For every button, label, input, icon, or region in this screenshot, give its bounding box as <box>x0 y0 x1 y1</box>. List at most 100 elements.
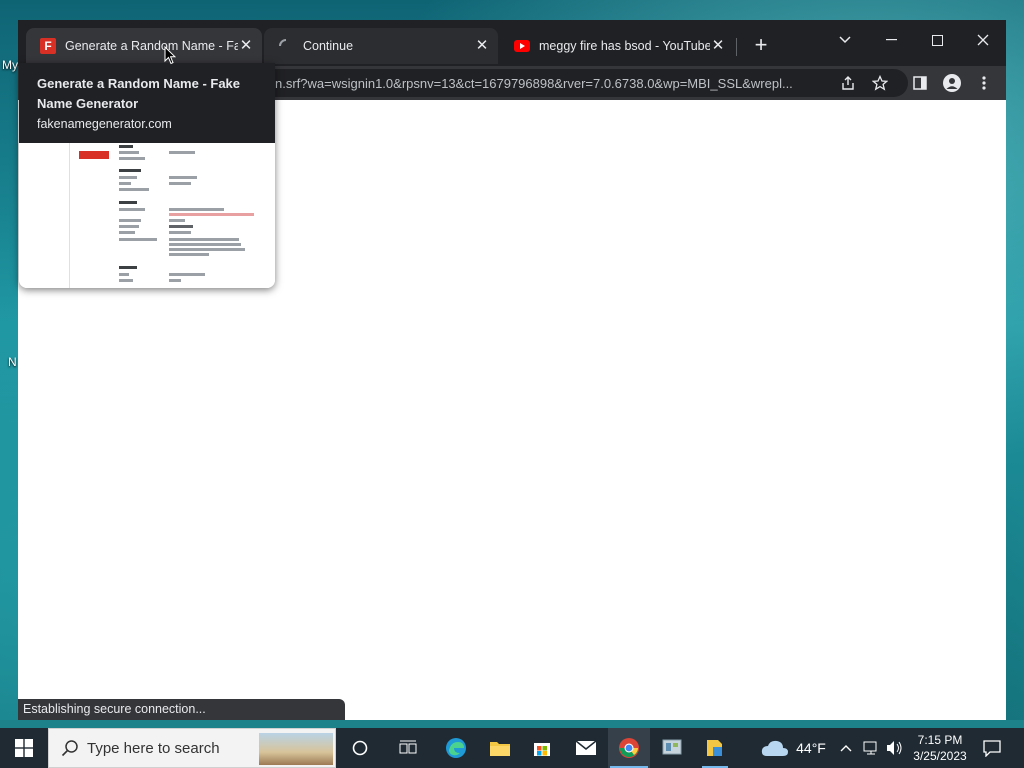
taskbar-control-panel[interactable] <box>652 728 692 768</box>
start-button[interactable] <box>0 728 48 768</box>
status-bubble: Establishing secure connection... <box>18 699 345 720</box>
clock[interactable]: 7:15 PM 3/25/2023 <box>908 728 972 768</box>
address-bar-url: n.srf?wa=wsignin1.0&rpsnv=13&ct=16797968… <box>275 75 793 91</box>
maximize-button[interactable] <box>914 26 960 54</box>
address-bar[interactable]: n.srf?wa=wsignin1.0&rpsnv=13&ct=16797968… <box>258 69 908 97</box>
tab-title: Generate a Random Name - Fake <box>65 39 238 53</box>
close-icon <box>977 34 989 46</box>
edge-icon <box>446 738 466 758</box>
file-folder-icon <box>707 740 722 756</box>
preview-line <box>169 219 185 222</box>
taskbar-file-manager[interactable] <box>694 728 736 768</box>
preview-line <box>169 238 239 241</box>
volume-button[interactable] <box>884 728 906 768</box>
chevron-down-icon <box>839 36 851 44</box>
preview-line <box>169 273 205 276</box>
loading-spinner-icon <box>278 38 294 54</box>
preview-divider <box>69 143 70 288</box>
cortana-circle-icon <box>352 740 368 756</box>
preview-line <box>119 231 135 234</box>
hover-card-title: Generate a Random Name - Fake Name Gener… <box>37 76 241 111</box>
network-icon <box>863 741 877 755</box>
windows-logo-icon <box>15 739 33 757</box>
close-icon[interactable]: ✕ <box>474 38 490 54</box>
preview-line <box>119 273 129 276</box>
preview-line <box>119 238 157 241</box>
taskbar-mail[interactable] <box>566 728 606 768</box>
youtube-icon <box>514 38 530 54</box>
chrome-icon <box>619 738 639 758</box>
preview-line <box>169 151 195 154</box>
tab-title: Continue <box>303 39 354 53</box>
preview-line <box>119 157 145 160</box>
task-view-button[interactable] <box>388 728 428 768</box>
preview-line <box>169 248 245 251</box>
preview-line <box>119 208 145 211</box>
bookmark-star-icon[interactable] <box>870 73 890 93</box>
preview-line <box>169 243 241 246</box>
clock-date: 3/25/2023 <box>913 749 967 763</box>
preview-line <box>169 213 254 216</box>
maximize-icon <box>931 34 943 46</box>
profile-avatar-icon[interactable] <box>942 73 962 93</box>
folder-icon <box>490 742 510 756</box>
taskbar-store[interactable] <box>522 728 562 768</box>
preview-line <box>119 225 139 228</box>
minimize-button[interactable] <box>868 26 914 54</box>
taskbar: Type here to search 44°F 7:15 PM 3/25/20… <box>0 728 1024 768</box>
minimize-icon <box>885 39 897 41</box>
tab-separator <box>736 38 737 56</box>
search-placeholder: Type here to search <box>87 739 220 757</box>
mail-icon <box>575 740 597 755</box>
preview-line <box>169 225 193 228</box>
preview-line <box>119 169 141 172</box>
share-icon[interactable] <box>838 73 858 93</box>
tab-title: meggy fire has bsod - YouTube <box>539 39 710 53</box>
preview-line <box>169 176 197 179</box>
close-icon[interactable]: ✕ <box>710 38 726 54</box>
speaker-icon <box>887 741 902 755</box>
tab-preview-thumbnail <box>19 143 275 288</box>
tab-fake-name-generator[interactable]: F Generate a Random Name - Fake ✕ <box>26 28 262 64</box>
close-icon[interactable]: ✕ <box>238 38 254 54</box>
weather-widget[interactable] <box>758 728 792 768</box>
preview-line <box>119 151 139 154</box>
weather-temp-text: 44°F <box>796 740 826 756</box>
desktop-icon-label[interactable]: N <box>8 355 17 369</box>
preview-line <box>119 201 137 204</box>
tab-continue[interactable]: Continue ✕ <box>264 28 498 64</box>
taskbar-search-box[interactable]: Type here to search <box>48 728 336 768</box>
preview-line <box>169 208 224 211</box>
taskbar-chrome[interactable] <box>608 728 650 768</box>
preview-line <box>119 145 133 148</box>
taskbar-edge[interactable] <box>436 728 476 768</box>
preview-line <box>119 176 137 179</box>
task-view-icon <box>399 740 417 754</box>
weather-temperature[interactable]: 44°F <box>792 728 830 768</box>
show-hidden-icons-button[interactable] <box>836 728 856 768</box>
notification-center-button[interactable] <box>978 728 1006 768</box>
desktop-icon-label[interactable]: My <box>2 58 18 72</box>
tab-search-button[interactable] <box>822 26 868 54</box>
network-button[interactable] <box>860 728 882 768</box>
side-panel-icon[interactable] <box>910 73 930 93</box>
preview-line <box>119 279 133 282</box>
close-window-button[interactable] <box>960 26 1006 54</box>
taskbar-file-explorer[interactable] <box>480 728 520 768</box>
new-tab-button[interactable]: + <box>750 34 772 56</box>
notification-icon <box>983 740 1001 757</box>
fake-name-generator-icon: F <box>40 38 56 54</box>
tab-youtube[interactable]: meggy fire has bsod - YouTube ✕ <box>500 28 734 64</box>
menu-kebab-icon[interactable] <box>974 73 994 93</box>
search-icon <box>61 740 78 757</box>
preview-line <box>169 231 191 234</box>
search-highlight-image <box>259 733 333 765</box>
preview-line <box>169 253 209 256</box>
preview-red-button <box>79 151 109 159</box>
preview-line <box>119 266 137 269</box>
store-icon <box>534 743 550 756</box>
preview-line <box>169 279 181 282</box>
control-panel-icon <box>662 739 682 755</box>
preview-line <box>119 188 149 191</box>
cortana-button[interactable] <box>340 728 380 768</box>
